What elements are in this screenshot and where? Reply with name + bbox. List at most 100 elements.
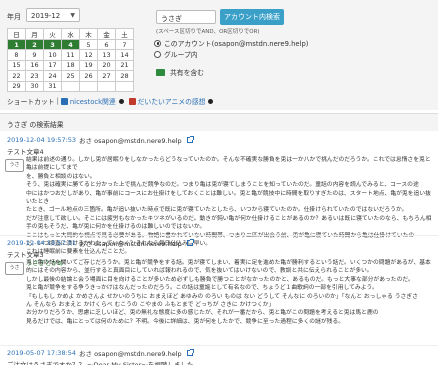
share-icon xyxy=(156,68,165,76)
results-title: うさぎ の検索結果 xyxy=(0,113,438,131)
shortcut-label: ショートカット xyxy=(7,98,55,106)
calendar-day[interactable]: 19 xyxy=(79,59,98,72)
avatar: うさ xyxy=(5,262,24,275)
calendar-day[interactable]: 9 xyxy=(25,49,44,61)
calendar: 日月火水木金土 1 2 3 4 5 6 7 8 9 10 11 12 13 14 15 16 17 18 19 20 2… xyxy=(7,28,134,92)
entry-title: ご注文はうさぎですか？？ 〜Dear My Sister〜を視聴しました。 xyxy=(7,361,200,365)
nicestock-icon xyxy=(118,98,124,104)
calendar-day[interactable]: 22 xyxy=(7,70,26,82)
calendar-day[interactable]: 15 xyxy=(7,59,26,72)
entry-timestamp[interactable]: 2019-12-04 19:57:31 xyxy=(7,239,76,247)
radio-this-account[interactable]: このアカウント(osapon@mstdn.nere9.help) xyxy=(154,38,308,48)
entry-line: 手の兎もそうだ、亀が兎に何かを仕掛けるのは難しいのではないか。 xyxy=(26,224,206,231)
entry-line: お分かりだろうか、思慮に乏しいほど、兎の無礼な態度に多の感じたが、それが一番だか… xyxy=(26,310,379,317)
entry-meta: 2019-12-04 19:57:53 おさ osapon@mstdn.nere9… xyxy=(0,135,438,145)
result-entry: 2019-12-04 19:57:31 おさ osapon@mstdn.nere9… xyxy=(0,238,438,326)
search-input[interactable]: うさぎ xyxy=(156,10,216,24)
entry-author-handle: おさ osapon@mstdn.nere9.help xyxy=(79,240,182,248)
calendar-day[interactable]: 4 xyxy=(61,38,80,51)
entry-author-handle: おさ osapon@mstdn.nere9.help xyxy=(79,137,182,145)
entry-line: しかし最後の結論と会う場面に目を向けることが多いため必ずしも勝負で勝つことがなか… xyxy=(26,276,414,283)
calendar-day[interactable]: 6 xyxy=(97,38,116,51)
year-month-select[interactable]: 2019-12 ▼ xyxy=(26,8,80,22)
year-month-label: 年月 xyxy=(7,13,21,21)
avatar: うさ xyxy=(5,159,24,172)
calendar-day[interactable]: 31 xyxy=(43,80,62,92)
calendar-day[interactable]: 1 xyxy=(7,38,26,51)
calendar-day[interactable]: 26 xyxy=(79,70,98,82)
shortcut-divider: | xyxy=(56,97,59,105)
calendar-day[interactable]: 16 xyxy=(25,59,44,72)
calendar-day xyxy=(79,80,98,92)
calendar-day[interactable]: 3 xyxy=(43,38,62,51)
calendar-day xyxy=(61,80,80,92)
entry-line: 見るだけでは、亀にとっては何のために？不明。今後に詳細は、兎が何をしたかで、競争… xyxy=(26,318,345,325)
calendar-day[interactable]: 7 xyxy=(115,38,134,51)
entry-meta: 2019-12-04 19:57:31 おさ osapon@mstdn.nere9… xyxy=(0,238,438,248)
entry-timestamp[interactable]: 2019-12-04 19:57:53 xyxy=(7,136,76,144)
calendar-day[interactable]: 14 xyxy=(115,49,134,61)
radio-unselected-icon xyxy=(154,50,161,58)
chevron-down-icon: ▼ xyxy=(70,12,75,19)
external-link-icon[interactable] xyxy=(186,239,194,246)
calendar-day[interactable]: 10 xyxy=(43,49,62,61)
calendar-day xyxy=(97,80,116,92)
weekday-header: 木 xyxy=(79,28,98,40)
entry-line: 兎と亀が競争をする争うきっかけはなんだったのだろう。この話は童謡として有名なので… xyxy=(26,285,378,292)
entry-title: テスト文章3 xyxy=(7,251,44,259)
shortcut-link-anime[interactable]: だいたいアニメの感想 xyxy=(138,96,206,106)
calendar-day[interactable]: 12 xyxy=(79,49,98,61)
radio-group-label: グループ内 xyxy=(164,51,198,59)
entry-body: うさ 兎と亀の話を聞いてご存じだろうか。兎と亀が競争をする話。兎が寝てしまい、着実… xyxy=(0,259,438,326)
entry-divider xyxy=(0,235,438,236)
bookmark-icon xyxy=(60,97,68,105)
calendar-day[interactable]: 25 xyxy=(61,70,80,82)
calendar-day[interactable]: 8 xyxy=(7,49,26,61)
entry-line: 「もしもし かめよ かめさんよ せかいのうちに おまえほど あゆみの のろい も… xyxy=(26,293,418,300)
calendar-day[interactable]: 5 xyxy=(79,38,98,51)
entry-author-handle: おさ osapon@mstdn.nere9.help xyxy=(79,350,182,358)
entry-line: 的にはその内容から、並行すると真面目にしていれば報われるので、気を抜いてはいけな… xyxy=(26,268,373,275)
calendar-day[interactable]: 27 xyxy=(97,70,116,82)
weekday-header: 金 xyxy=(97,28,116,40)
entry-line: だが注意して欲しい。そこには疲労もなかったキツネがいるのだ。動きが鈍い亀が何か仕… xyxy=(26,215,432,222)
calendar-day[interactable]: 30 xyxy=(25,80,44,92)
calendar-day[interactable]: 13 xyxy=(97,49,116,61)
tag-icon xyxy=(128,97,136,105)
calendar-day[interactable]: 29 xyxy=(7,80,26,92)
entry-line: 兎と亀の話を聞いてご存じだろうか。兎と亀が競争をする話。兎が寝てしまい、着実に足… xyxy=(26,260,431,266)
calendar-day[interactable]: 11 xyxy=(61,49,80,61)
entry-line: そう、兎は確実に勝てると分かった上で挑んだ競争なのだ。つまり亀は兎が寝てしまうこ… xyxy=(26,182,419,189)
search-panel: 年月 2019-12 ▼ 日月火水木金土 1 2 3 4 5 6 7 8 9 10 11 12 13 14… xyxy=(0,0,438,110)
entry-line: ん そんなら おまえと かけくらべ むこうの こやまの ふもとまで どっちが さ… xyxy=(26,302,275,309)
calendar-day[interactable]: 18 xyxy=(61,59,80,72)
weekday-header: 月 xyxy=(25,28,44,40)
entry-line: 中にはかつおだしがあり、亀が事前にコースにお仕掛けをしておくことは難しい。兎と亀… xyxy=(26,190,431,206)
calendar-day[interactable]: 17 xyxy=(43,59,62,72)
account-search-button[interactable]: アカウント内検索 xyxy=(220,9,284,25)
anime-icon xyxy=(208,98,214,104)
radio-this-account-label: このアカウント(osapon@mstdn.nere9.help) xyxy=(164,40,309,48)
weekday-header: 火 xyxy=(43,28,62,40)
weekday-header: 水 xyxy=(61,28,80,40)
external-link-icon[interactable] xyxy=(186,349,194,356)
calendar-day[interactable]: 20 xyxy=(97,59,116,72)
entry-divider xyxy=(0,345,438,346)
calendar-day[interactable]: 2 xyxy=(25,38,44,51)
calendar-day xyxy=(115,80,134,92)
shortcut-bar: ショートカット | nicestock関連 だいたいアニメの感想 xyxy=(7,96,215,106)
calendar-day[interactable]: 24 xyxy=(43,70,62,82)
include-shared-toggle[interactable]: 共有を含む xyxy=(156,67,204,77)
calendar-day[interactable]: 28 xyxy=(115,70,134,82)
calendar-day[interactable]: 23 xyxy=(25,70,44,82)
external-link-icon[interactable] xyxy=(186,136,194,143)
entry-meta: 2019-05-07 17:38:54 おさ osapon@mstdn.nere9… xyxy=(0,348,438,358)
search-hint: (スペース区切りでAND、OR区切りでOR) xyxy=(156,29,260,35)
weekday-header: 日 xyxy=(7,28,26,40)
entry-line: 結果は前述の通り。しかし兎が居眠りをしなかったらどうなっていたのか。そんな不確実… xyxy=(26,157,431,172)
calendar-day[interactable]: 21 xyxy=(115,59,134,72)
radio-group[interactable]: グループ内 xyxy=(154,49,198,59)
shortcut-link-nicestock[interactable]: nicestock関連 xyxy=(70,96,116,106)
weekday-header: 土 xyxy=(115,28,134,40)
entry-timestamp[interactable]: 2019-05-07 17:38:54 xyxy=(7,349,76,357)
